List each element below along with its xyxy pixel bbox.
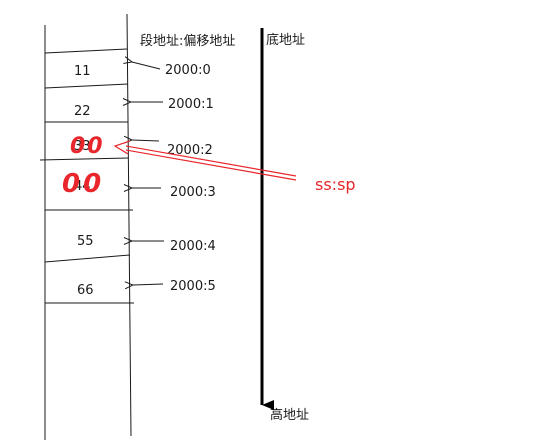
segment-offset-header: 段地址:偏移地址 (140, 34, 235, 49)
overwrite-mark: 00 (62, 169, 104, 199)
address-label: 2000:0 (165, 63, 211, 78)
stack-memory-diagram: 段地址:偏移地址 底地址 高地址 11 22 33 44 55 66 2000:… (39, 13, 356, 440)
cell-value: 55 (77, 234, 94, 249)
address-label: 2000:4 (170, 239, 216, 254)
low-address-label: 底地址 (266, 32, 305, 48)
overwrite-mark: 00 (70, 134, 105, 159)
address-label: 2000:3 (170, 185, 216, 200)
address-pointer-arrows (131, 62, 164, 285)
address-label: 2000:2 (167, 143, 213, 158)
cell-value: 22 (74, 104, 91, 119)
high-address-label: 高地址 (270, 407, 309, 423)
address-label: 2000:5 (170, 279, 216, 294)
cell-value: 11 (74, 64, 91, 79)
cell-value: 66 (77, 283, 94, 298)
address-label: 2000:1 (168, 97, 214, 112)
stack-pointer-label: ss:sp (315, 175, 356, 194)
